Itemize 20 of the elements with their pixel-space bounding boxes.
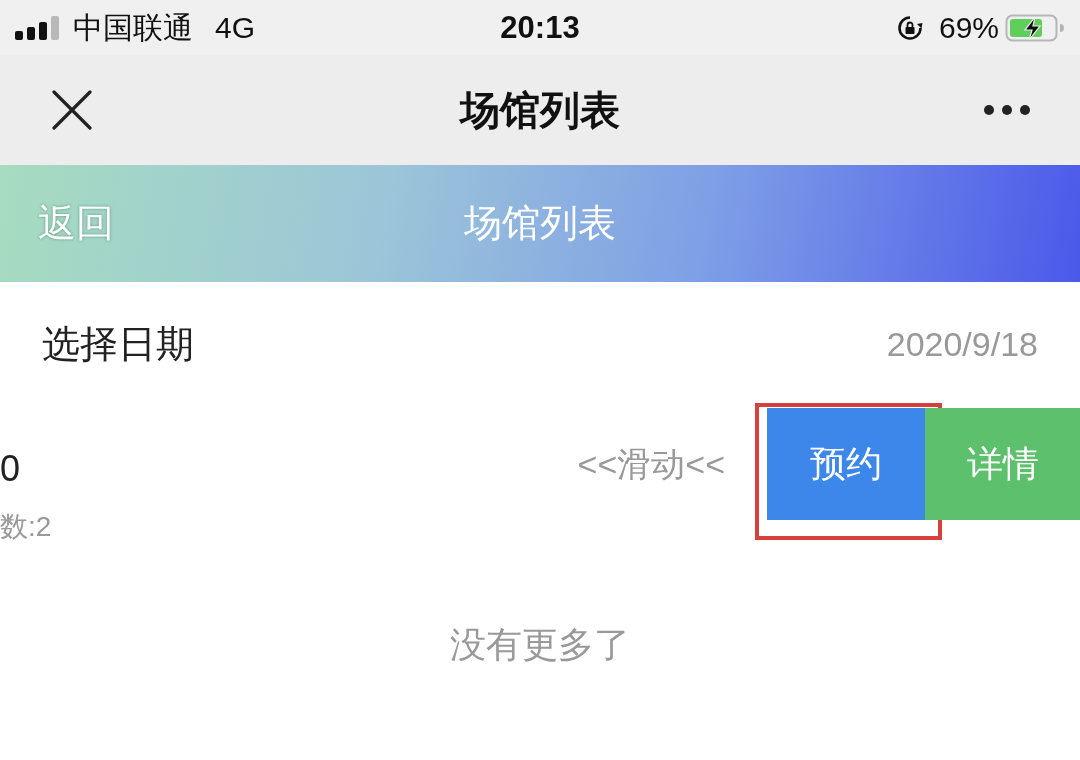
network-type: 4G — [215, 12, 256, 43]
back-link[interactable]: 返回 — [38, 202, 114, 244]
close-icon[interactable] — [52, 90, 92, 130]
header-title: 场馆列表 — [464, 201, 616, 246]
swipe-hint: <<滑动<< — [577, 443, 725, 485]
carrier-name: 中国联通 — [73, 12, 193, 43]
action-button[interactable]: 详情 — [925, 408, 1080, 520]
end-of-list-text: 没有更多了 — [450, 623, 630, 667]
selected-date[interactable]: 2020/9/18 — [886, 318, 1038, 370]
battery-percent: 69% — [938, 12, 999, 43]
signal-icon — [15, 15, 61, 40]
clock-time: 20:13 — [500, 12, 580, 43]
action-button[interactable]: 预约 — [767, 408, 925, 520]
venue-count: 数:2 — [0, 510, 52, 544]
date-label: 选择日期 — [42, 321, 194, 367]
page-title: 场馆列表 — [460, 87, 620, 134]
battery-charging-icon — [1005, 13, 1065, 42]
rotation-lock-icon — [896, 14, 923, 41]
more-icon[interactable] — [984, 105, 1030, 115]
venue-name: 0 — [0, 447, 21, 491]
